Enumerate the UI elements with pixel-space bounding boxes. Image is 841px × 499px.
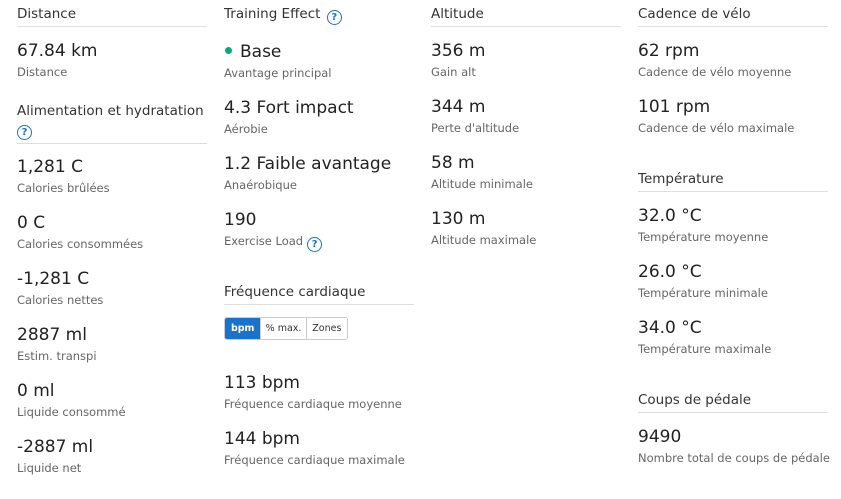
training-effect-header-label: Training Effect [224, 6, 321, 22]
metric-value: 1.2 Faible avantage [224, 154, 392, 174]
metric-value: 113 bpm [224, 373, 300, 393]
metric-temperature-max: 34.0 °C Température maximale [638, 317, 828, 373]
metric-value: -2887 ml [17, 437, 94, 457]
help-icon[interactable]: ? [326, 10, 342, 25]
column-2: Training Effect ? Base Avantage principa… [224, 6, 414, 484]
pedal-strokes-header: Coups de pédale [638, 392, 828, 413]
metric-value: 32.0 °C [638, 206, 702, 226]
metric-fluid-net: -2887 ml Liquide net [17, 436, 207, 492]
metric-value: 2887 ml [17, 325, 87, 345]
temperature-section: Température 32.0 °C Température moyenne … [638, 171, 828, 373]
column-1: Distance 67.84 km Distance Alimentation … [17, 6, 207, 492]
metric-value: 144 bpm [224, 429, 300, 449]
training-effect-header: Training Effect ? [224, 6, 414, 28]
metric-label: Température moyenne [638, 230, 769, 244]
metric-label: Gain alt [431, 65, 476, 79]
nutrition-header: Alimentation et hydratation ? [17, 102, 207, 144]
pedal-strokes-section: Coups de pédale 9490 Nombre total de cou… [638, 392, 830, 482]
metric-hr-max: 144 bpm Fréquence cardiaque maximale [224, 428, 414, 484]
altitude-section: Altitude 356 m Gain alt 344 m Perte d'al… [431, 6, 621, 264]
metric-value: 9490 [638, 427, 682, 447]
metric-label: Liquide net [17, 461, 82, 475]
metric-elevation-loss: 344 m Perte d'altitude [431, 96, 621, 152]
metric-altitude-max: 130 m Altitude maximale [431, 208, 621, 264]
metric-value: 101 rpm [638, 97, 711, 117]
metric-calories-burned: 1,281 C Calories brûlées [17, 156, 207, 212]
metric-cadence-max: 101 rpm Cadence de vélo maximale [638, 96, 828, 152]
heart-rate-section: Fréquence cardiaque bpm % max. Zones 113… [224, 284, 414, 484]
metric-temperature-min: 26.0 °C Température minimale [638, 261, 828, 317]
metric-value: 0 C [17, 213, 46, 233]
metric-cadence-average: 62 rpm Cadence de vélo moyenne [638, 40, 828, 96]
metric-temperature-average: 32.0 °C Température moyenne [638, 205, 828, 261]
toggle-bpm-button[interactable]: bpm [225, 318, 262, 339]
metric-value: 26.0 °C [638, 262, 702, 282]
training-effect-section: Training Effect ? Base Avantage principa… [224, 6, 414, 265]
metric-value: 1,281 C [17, 157, 83, 177]
metric-label: Aérobie [224, 122, 268, 136]
metric-label: Cadence de vélo moyenne [638, 65, 792, 79]
column-4: Cadence de vélo 62 rpm Cadence de vélo m… [638, 6, 830, 482]
help-icon[interactable]: ? [307, 237, 323, 252]
metric-label: Anaérobique [224, 178, 297, 192]
temperature-header: Température [638, 171, 828, 192]
nutrition-header-label: Alimentation et hydratation [17, 103, 204, 119]
metric-label: Température maximale [638, 342, 772, 356]
heart-rate-header: Fréquence cardiaque [224, 284, 414, 305]
metric-label: Température minimale [638, 286, 768, 300]
metric-label: Fréquence cardiaque moyenne [224, 397, 402, 411]
metric-altitude-min: 58 m Altitude minimale [431, 152, 621, 208]
metric-label: Fréquence cardiaque maximale [224, 453, 405, 467]
metric-label: Calories brûlées [17, 181, 110, 195]
cadence-header: Cadence de vélo [638, 6, 828, 27]
metric-aerobic: 4.3 Fort impact Aérobie [224, 97, 414, 153]
metric-label: Altitude minimale [431, 177, 533, 191]
metric-total-strokes: 9490 Nombre total de coups de pédale [638, 426, 830, 482]
metric-anaerobic: 1.2 Faible avantage Anaérobique [224, 153, 414, 209]
toggle-percent-max-button[interactable]: % max. [261, 318, 307, 339]
metric-exercise-load: 190 Exercise Load? [224, 209, 414, 265]
heart-rate-unit-toggle: bpm % max. Zones [224, 317, 348, 340]
cadence-section: Cadence de vélo 62 rpm Cadence de vélo m… [638, 6, 828, 152]
distance-section: Distance 67.84 km Distance [17, 6, 207, 96]
toggle-zones-button[interactable]: Zones [306, 318, 347, 339]
metric-value: 62 rpm [638, 41, 700, 61]
metric-calories-consumed: 0 C Calories consommées [17, 212, 207, 268]
metric-primary-benefit: Base Avantage principal [224, 41, 414, 97]
column-3: Altitude 356 m Gain alt 344 m Perte d'al… [431, 6, 621, 264]
metric-value: 4.3 Fort impact [224, 98, 354, 118]
metric-value: 58 m [431, 153, 475, 173]
metric-label: Perte d'altitude [431, 121, 520, 135]
metric-value: 34.0 °C [638, 318, 702, 338]
metric-label: Calories nettes [17, 293, 104, 307]
metric-value: 356 m [431, 41, 486, 61]
metric-hr-average: 113 bpm Fréquence cardiaque moyenne [224, 372, 414, 428]
metric-label: Altitude maximale [431, 233, 537, 247]
metric-value: Base [240, 42, 282, 62]
metric-sweat-loss: 2887 ml Estim. transpi [17, 324, 207, 380]
distance-header: Distance [17, 6, 207, 27]
metric-label: Cadence de vélo maximale [638, 121, 795, 135]
metric-value: 130 m [431, 209, 486, 229]
status-dot-icon [225, 47, 232, 54]
metric-fluid-consumed: 0 ml Liquide consommé [17, 380, 207, 436]
nutrition-section: Alimentation et hydratation ? 1,281 C Ca… [17, 102, 207, 492]
metric-distance: 67.84 km Distance [17, 40, 207, 96]
help-icon[interactable]: ? [17, 125, 32, 140]
metric-value: 344 m [431, 97, 486, 117]
metric-calories-net: -1,281 C Calories nettes [17, 268, 207, 324]
metric-elevation-gain: 356 m Gain alt [431, 40, 621, 96]
metric-value: -1,281 C [17, 269, 90, 289]
metric-label: Nombre total de coups de pédale [638, 451, 830, 465]
metric-value: 0 ml [17, 381, 55, 401]
metric-label: Exercise Load [224, 234, 304, 248]
altitude-header: Altitude [431, 6, 621, 27]
metric-label: Calories consommées [17, 237, 144, 251]
metric-label: Distance [17, 65, 68, 79]
metric-value: 67.84 km [17, 41, 98, 61]
metric-value: 190 [224, 210, 257, 230]
metric-label: Avantage principal [224, 66, 332, 80]
metric-label: Estim. transpi [17, 349, 97, 363]
metric-label: Liquide consommé [17, 405, 126, 419]
